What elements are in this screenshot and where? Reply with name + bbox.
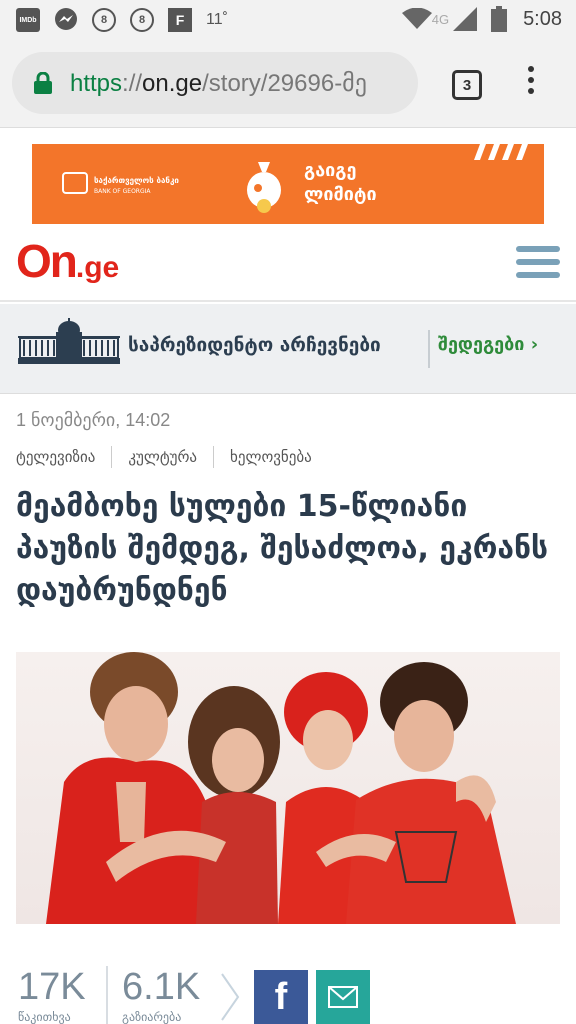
facebook-share-button[interactable]: f [254, 970, 308, 1024]
banner-ad[interactable]: საქართველოს ბანკი BANK OF GEORGIA გაიგე … [32, 144, 544, 224]
clock: 5:08 [523, 7, 562, 30]
browser-menu-button[interactable] [522, 66, 540, 102]
facebook-icon: f [274, 975, 288, 1018]
signal-icon [453, 7, 478, 31]
shares-label: გაზიარება [122, 1010, 182, 1024]
lock-icon [34, 72, 52, 94]
chevron-right-icon: › [530, 334, 539, 355]
stats-divider [106, 966, 108, 1024]
wifi-icon [401, 8, 432, 29]
url-text: https://on.ge/story/29696-მე [70, 69, 367, 97]
bank-logo-icon [62, 172, 88, 194]
tag-culture[interactable]: კულტურა [128, 448, 197, 466]
tag-separator [111, 446, 113, 468]
notification-icons: IMDb 8 8 F 11˚ [16, 8, 228, 32]
article-tags: ტელევიზია კულტურა ხელოვნება [16, 446, 312, 468]
article-stats: 17K წაკითხვა 6.1K გაზიარება f [16, 966, 576, 1024]
tag-art[interactable]: ხელოვნება [230, 448, 312, 466]
article-headline: მეამბოხე სულები 15-წლიანი პაუზის შემდეგ,… [16, 489, 549, 608]
ad-headline-line1: გაიგე [304, 160, 357, 181]
battery-icon [491, 6, 508, 32]
system-icons: 4G 5:08 [401, 6, 562, 32]
divider [428, 330, 430, 368]
address-bar[interactable]: https://on.ge/story/29696-მე [12, 52, 418, 114]
bank-subtitle: BANK OF GEORGIA [94, 188, 151, 195]
group-photo-illustration [46, 652, 516, 924]
network-type: 4G [431, 11, 450, 27]
notification-8-icon: 8 [92, 8, 116, 32]
chevron-right-icon [221, 973, 240, 1021]
tag-separator [213, 446, 215, 468]
site-header: On.ge [0, 232, 576, 302]
election-title: საპრეზიდენტო არჩევნები [128, 334, 381, 356]
hamburger-menu-icon[interactable] [516, 246, 560, 280]
reads-count: 17K [18, 966, 86, 1008]
tag-television[interactable]: ტელევიზია [16, 448, 95, 466]
bank-name: საქართველოს ბანკი [94, 176, 179, 185]
imdb-icon: IMDb [16, 8, 40, 32]
shares-count: 6.1K [122, 966, 201, 1008]
email-share-button[interactable] [316, 970, 370, 1024]
money-bag-icon [247, 162, 281, 213]
email-icon [328, 986, 358, 1008]
status-bar: IMDb 8 8 F 11˚ 4G 5:08 [0, 0, 576, 40]
reads-label: წაკითხვა [18, 1010, 71, 1024]
messenger-icon [54, 8, 78, 32]
site-logo[interactable]: On.ge [16, 234, 119, 288]
stripes-decoration [474, 144, 528, 160]
tab-switcher-button[interactable]: 3 [452, 70, 482, 100]
article-date: 1 ნოემბერი, 14:02 [16, 410, 171, 430]
election-banner[interactable]: საპრეზიდენტო არჩევნები შედეგები › [0, 304, 576, 394]
notification-8-icon: 8 [130, 8, 154, 32]
temperature: 11˚ [206, 11, 228, 28]
flipboard-icon: F [168, 8, 192, 32]
presidential-palace-icon [18, 318, 120, 364]
ad-headline-line2: ლიმიტი [304, 184, 377, 205]
results-link[interactable]: შედეგები › [438, 334, 538, 355]
browser-toolbar: https://on.ge/story/29696-მე 3 [0, 40, 576, 128]
article-photo[interactable] [16, 652, 560, 924]
